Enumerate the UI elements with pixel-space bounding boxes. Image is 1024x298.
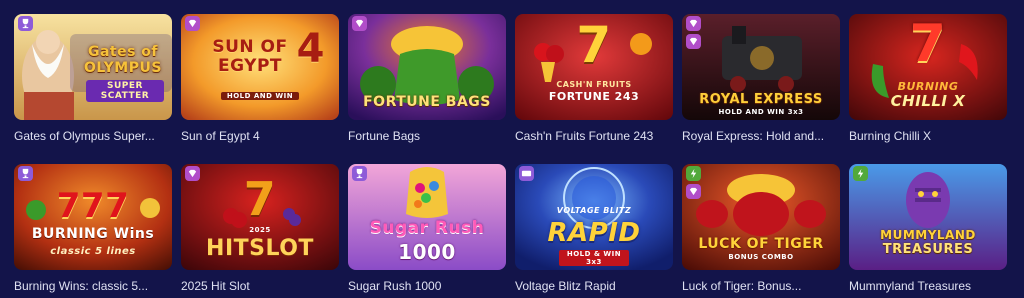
game-logo-sub: HOLD AND WIN 3x3: [718, 108, 804, 116]
game-thumbnail[interactable]: ROYAL EXPRESS HOLD AND WIN 3x3: [682, 14, 840, 120]
game-thumbnail[interactable]: Sugar Rush 1000: [348, 163, 506, 270]
game-title[interactable]: Voltage Blitz Rapid: [515, 279, 673, 293]
badge-group: [185, 165, 200, 181]
game-grid: Gates of OLYMPUS SUPER SCATTER Gates of …: [0, 0, 1024, 298]
lightning-bolt-icon: [853, 165, 868, 181]
game-card-cashn-fruits-fortune-243[interactable]: 7 CASH'N FRUITS FORTUNE 243 Cash'n Fruit…: [515, 14, 673, 149]
new-icon: [519, 165, 534, 181]
badge-group: [18, 165, 33, 181]
game-card-burning-wins[interactable]: 777 BURNING Wins classic 5 lines Burning…: [14, 163, 172, 298]
game-logo: MUMMYLAND: [880, 227, 976, 242]
game-card-2025-hit-slot[interactable]: 7 2025 HITSLOT 2025 Hit Slot: [181, 163, 339, 298]
game-thumbnail[interactable]: 777 BURNING Wins classic 5 lines: [14, 163, 172, 270]
game-logo-number: 4: [296, 26, 325, 72]
game-logo: HITSLOT: [206, 235, 314, 261]
badge-group: [853, 165, 868, 181]
game-logo-sub: BONUS COMBO: [728, 252, 794, 261]
trophy-icon: [18, 16, 33, 31]
game-title[interactable]: Luck of Tiger: Bonus...: [682, 279, 840, 293]
gem-icon: [686, 16, 701, 31]
badge-group: [686, 16, 701, 49]
game-title[interactable]: Mummyland Treasures: [849, 279, 1007, 293]
game-thumbnail[interactable]: LUCK OF TIGER BONUS COMBO: [682, 163, 840, 270]
game-logo-sub: TREASURES: [882, 241, 974, 257]
game-card-voltage-blitz-rapid[interactable]: VOLTAGE BLITZ RAPID HOLD & WIN 3x3 Volta…: [515, 163, 673, 298]
gem-icon: [686, 34, 701, 49]
game-logo: Gates of OLYMPUS: [84, 44, 162, 76]
game-logo-number: 7: [243, 171, 277, 226]
badge-group: [352, 16, 367, 31]
game-logo: RAPID: [547, 217, 641, 248]
game-thumbnail[interactable]: Gates of OLYMPUS SUPER SCATTER: [14, 14, 172, 120]
game-thumbnail[interactable]: VOLTAGE BLITZ RAPID HOLD & WIN 3x3: [515, 163, 673, 270]
game-logo-sub: classic 5 lines: [50, 245, 136, 257]
game-logo: 7: [576, 16, 612, 74]
game-logo-sub: 2025: [249, 225, 271, 234]
game-logo: ROYAL EXPRESS: [699, 92, 823, 107]
game-logo-sub: 1000: [398, 239, 456, 264]
game-logo-sub: VOLTAGE BLITZ: [556, 205, 632, 215]
badge-group: [18, 16, 33, 31]
game-card-fortune-bags[interactable]: FORTUNE BAGS Fortune Bags: [348, 14, 506, 149]
game-logo-sub: HOLD AND WIN: [221, 92, 299, 100]
game-card-mummyland-treasures[interactable]: MUMMYLAND TREASURES Mummyland Treasures: [849, 163, 1007, 298]
lightning-bolt-icon: [686, 165, 701, 181]
game-logo: SUN OF EGYPT: [212, 37, 288, 76]
game-logo-sub: CASH'N FRUITS: [556, 80, 632, 89]
game-thumbnail[interactable]: FORTUNE BAGS: [348, 14, 506, 120]
game-title[interactable]: Gates of Olympus Super...: [14, 129, 172, 143]
gem-icon: [352, 16, 367, 31]
game-logo-sub2: FORTUNE 243: [548, 90, 640, 103]
game-logo-sub2: CHILLI X: [890, 92, 966, 110]
game-card-burning-chilli-x[interactable]: 7 BURNING CHILLI X Burning Chilli X: [849, 14, 1007, 149]
game-logo: 7: [909, 14, 947, 74]
game-logo: LUCK OF TIGER: [698, 235, 824, 252]
game-title[interactable]: Royal Express: Hold and...: [682, 129, 840, 143]
game-title[interactable]: Fortune Bags: [348, 129, 506, 143]
badge-group: [519, 165, 534, 181]
game-logo: FORTUNE BAGS: [363, 94, 491, 110]
game-title[interactable]: Sugar Rush 1000: [348, 279, 506, 293]
game-logo-number: 777: [56, 185, 130, 226]
game-title[interactable]: 2025 Hit Slot: [181, 279, 339, 293]
game-title[interactable]: Burning Wins: classic 5...: [14, 279, 172, 293]
game-card-royal-express[interactable]: ROYAL EXPRESS HOLD AND WIN 3x3 Royal Exp…: [682, 14, 840, 149]
game-thumbnail[interactable]: SUN OF EGYPT 4 HOLD AND WIN: [181, 14, 339, 120]
game-logo-sub2: HOLD & WIN 3x3: [559, 249, 629, 266]
game-card-gates-of-olympus[interactable]: Gates of OLYMPUS SUPER SCATTER Gates of …: [14, 14, 172, 149]
game-title[interactable]: Sun of Egypt 4: [181, 129, 339, 143]
game-thumbnail[interactable]: MUMMYLAND TREASURES: [849, 163, 1007, 270]
trophy-icon: [18, 165, 33, 181]
gem-icon: [185, 165, 200, 181]
badge-group: [352, 165, 367, 181]
game-card-sugar-rush-1000[interactable]: Sugar Rush 1000 Sugar Rush 1000: [348, 163, 506, 298]
game-title[interactable]: Burning Chilli X: [849, 129, 1007, 143]
gem-icon: [686, 183, 701, 199]
badge-group: [686, 165, 701, 199]
trophy-icon: [352, 165, 367, 181]
game-thumbnail[interactable]: 7 CASH'N FRUITS FORTUNE 243: [515, 14, 673, 120]
game-logo-sub: SUPER SCATTER: [86, 80, 164, 102]
game-thumbnail[interactable]: 7 BURNING CHILLI X: [849, 14, 1007, 120]
game-thumbnail[interactable]: 7 2025 HITSLOT: [181, 163, 339, 270]
game-title[interactable]: Cash'n Fruits Fortune 243: [515, 129, 673, 143]
game-logo: BURNING Wins: [31, 225, 155, 242]
gem-icon: [185, 16, 200, 31]
badge-group: [185, 16, 200, 31]
game-card-luck-of-tiger[interactable]: LUCK OF TIGER BONUS COMBO Luck of Tiger:…: [682, 163, 840, 298]
game-logo: Sugar Rush: [369, 217, 485, 238]
game-card-sun-of-egypt-4[interactable]: SUN OF EGYPT 4 HOLD AND WIN Sun of Egypt…: [181, 14, 339, 149]
